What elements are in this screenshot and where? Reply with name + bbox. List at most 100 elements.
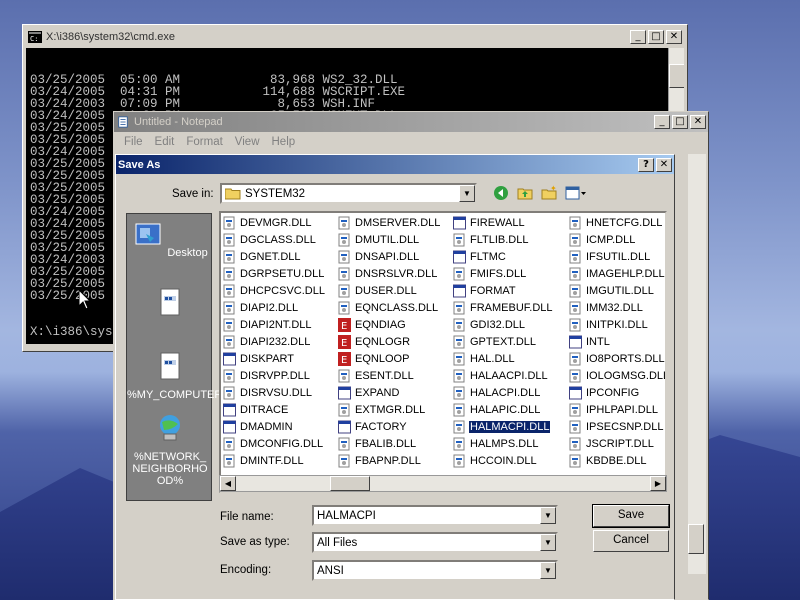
file-item[interactable]: DGRPSETU.DLL [223, 265, 325, 282]
view-menu-button[interactable] [564, 185, 588, 203]
notepad-minimize-button[interactable]: _ [654, 115, 670, 129]
file-item[interactable]: DNSRSLVR.DLL [338, 265, 438, 282]
file-item[interactable]: E EQNLOOP [338, 350, 410, 367]
file-item[interactable]: DISRVSU.DLL [223, 384, 313, 401]
file-list-scrollbar[interactable]: ◀ ▶ [219, 475, 667, 492]
file-item[interactable]: FBALIB.DLL [338, 435, 417, 452]
menu-format[interactable]: Format [180, 136, 228, 148]
file-item[interactable]: IO8PORTS.DLL [569, 350, 665, 367]
file-item[interactable]: ESENT.DLL [338, 367, 415, 384]
file-item[interactable]: HALAPIC.DLL [453, 401, 541, 418]
file-item[interactable]: DMUTIL.DLL [338, 231, 420, 248]
save-as-type-dropdown[interactable]: All Files ▼ [312, 532, 558, 553]
save-in-dropdown[interactable]: SYSTEM32 ▼ [220, 183, 477, 204]
place-desktop[interactable]: Desktop [127, 220, 213, 259]
file-item[interactable]: FACTORY [338, 418, 408, 435]
file-item[interactable]: DMCONFIG.DLL [223, 435, 324, 452]
scroll-right-arrow[interactable]: ▶ [650, 476, 666, 491]
file-item[interactable]: DISKPART [223, 350, 295, 367]
file-item[interactable]: E EQNLOGR [338, 333, 411, 350]
file-item[interactable]: DUSER.DLL [338, 282, 418, 299]
help-button[interactable]: ? [638, 157, 654, 172]
file-item[interactable]: E EQNDIAG [338, 316, 407, 333]
file-item[interactable]: DIAPI2NT.DLL [223, 316, 313, 333]
file-item[interactable]: IOLOGMSG.DLL [569, 367, 665, 384]
file-item[interactable]: DNSAPI.DLL [338, 248, 420, 265]
file-list[interactable]: DEVMGR.DLL DGCLASS.DLL DGNET.DLL DGRPSETU.D… [219, 211, 667, 493]
menu-view[interactable]: View [229, 136, 266, 148]
file-item[interactable]: FBAPNP.DLL [338, 452, 422, 469]
file-item[interactable]: HALMACPI.DLL [453, 418, 552, 435]
file-item[interactable]: FIREWALL [453, 214, 526, 231]
file-item[interactable]: IPSECSNP.DLL [569, 418, 664, 435]
file-item[interactable]: IMAGEHLP.DLL [569, 265, 665, 282]
file-item[interactable]: DIAPI2.DLL [223, 299, 299, 316]
file-item[interactable]: IPCONFIG [569, 384, 640, 401]
notepad-titlebar[interactable]: Untitled - Notepad _ □ ✕ [114, 112, 708, 132]
menu-file[interactable]: File [118, 136, 149, 148]
scroll-thumb[interactable] [669, 64, 684, 88]
menu-help[interactable]: Help [266, 136, 302, 148]
file-item[interactable]: DGCLASS.DLL [223, 231, 317, 248]
notepad-close-button[interactable]: ✕ [690, 115, 706, 129]
new-folder-button[interactable]: ✦ [540, 184, 558, 203]
file-item[interactable]: DMADMIN [223, 418, 294, 435]
up-folder-button[interactable] [516, 185, 534, 203]
notepad-maximize-button[interactable]: □ [672, 115, 688, 129]
file-item[interactable]: KBDBE.DLL [569, 452, 648, 469]
file-item[interactable]: FMIFS.DLL [453, 265, 527, 282]
chevron-down-icon[interactable]: ▼ [540, 507, 556, 524]
chevron-down-icon[interactable]: ▼ [540, 562, 556, 579]
notepad-scroll-thumb[interactable] [688, 524, 704, 554]
scroll-left-arrow[interactable]: ◀ [220, 476, 236, 491]
maximize-button[interactable]: □ [648, 30, 664, 44]
file-item[interactable]: IMM32.DLL [569, 299, 644, 316]
back-button[interactable] [492, 185, 510, 203]
file-item[interactable]: GDI32.DLL [453, 316, 526, 333]
file-item[interactable]: EQNCLASS.DLL [338, 299, 439, 316]
file-item[interactable]: HCCOIN.DLL [453, 452, 538, 469]
notepad-scrollbar[interactable] [688, 154, 706, 574]
file-item[interactable]: GPTEXT.DLL [453, 333, 537, 350]
file-item[interactable]: DGNET.DLL [223, 248, 302, 265]
file-item[interactable]: FORMAT [453, 282, 517, 299]
file-item[interactable]: JSCRIPT.DLL [569, 435, 655, 452]
file-item[interactable]: EXTMGR.DLL [338, 401, 426, 418]
horizontal-scroll-thumb[interactable] [330, 476, 370, 491]
place-my-computer[interactable]: %MY_COMPUTER% [127, 350, 232, 401]
file-item[interactable]: DISRVPP.DLL [223, 367, 311, 384]
file-item[interactable]: HALMPS.DLL [453, 435, 539, 452]
chevron-down-icon[interactable]: ▼ [540, 534, 556, 551]
file-item[interactable]: FLTLIB.DLL [453, 231, 530, 248]
menu-edit[interactable]: Edit [149, 136, 181, 148]
file-item[interactable]: INTL [569, 333, 611, 350]
file-item[interactable]: DITRACE [223, 401, 289, 418]
file-item[interactable]: EXPAND [338, 384, 400, 401]
file-item[interactable]: DEVMGR.DLL [223, 214, 313, 231]
file-item[interactable]: DHCPCSVC.DLL [223, 282, 326, 299]
close-button[interactable]: ✕ [666, 30, 682, 44]
save-button[interactable]: Save [592, 504, 670, 528]
dialog-close-button[interactable]: ✕ [656, 157, 672, 172]
file-item[interactable]: DMINTF.DLL [223, 452, 305, 469]
file-item[interactable]: HAL.DLL [453, 350, 516, 367]
filename-input[interactable]: HALMACPI ▼ [312, 505, 558, 526]
chevron-down-icon[interactable]: ▼ [459, 185, 475, 202]
file-item[interactable]: HALACPI.DLL [453, 384, 541, 401]
file-item[interactable]: HALAACPI.DLL [453, 367, 549, 384]
save-as-dialog[interactable]: Save As ? ✕ Save in: SYSTEM32 ▼ ✦ Deskto… [115, 154, 675, 600]
file-item[interactable]: HNETCFG.DLL [569, 214, 663, 231]
minimize-button[interactable]: _ [630, 30, 646, 44]
cancel-button[interactable]: Cancel [593, 530, 669, 552]
file-item[interactable]: IMGUTIL.DLL [569, 282, 655, 299]
file-item[interactable]: INITPKI.DLL [569, 316, 649, 333]
file-item[interactable]: DMSERVER.DLL [338, 214, 441, 231]
file-item[interactable]: ICMP.DLL [569, 231, 636, 248]
encoding-dropdown[interactable]: ANSI ▼ [312, 560, 558, 581]
console-titlebar[interactable]: C: X:\i386\system32\cmd.exe _ □ ✕ [26, 28, 684, 46]
file-item[interactable]: IFSUTIL.DLL [569, 248, 651, 265]
save-as-titlebar[interactable]: Save As ? ✕ [116, 155, 674, 174]
place-documents[interactable] [127, 286, 213, 325]
file-item[interactable]: IPHLPAPI.DLL [569, 401, 659, 418]
file-item[interactable]: FLTMC [453, 248, 507, 265]
